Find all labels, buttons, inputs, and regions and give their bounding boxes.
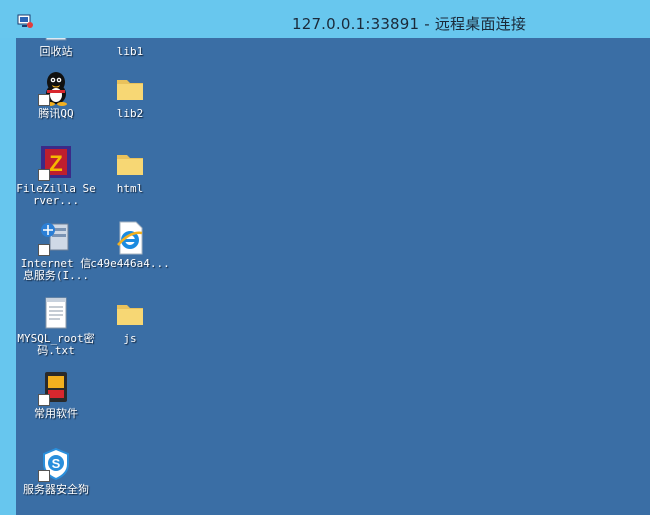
desktop-icon-label: Internet 信息服务(I... [20, 257, 92, 282]
svg-text:S: S [52, 456, 61, 471]
window-title: 127.0.0.1:33891 - 远程桌面连接 [291, 15, 527, 33]
desktop-icon-common-software[interactable]: 常用软件 [16, 370, 96, 420]
desktop-icon-mysql-txt[interactable]: MYSQL_root密码.txt [16, 295, 96, 357]
software-folder-icon [38, 370, 74, 406]
desktop-icon-label: lib2 [116, 107, 144, 120]
desktop-icon-label: 回收站 [39, 45, 73, 58]
desktop-icon-label: MYSQL_root密码.txt [17, 332, 95, 357]
folder-icon [112, 70, 148, 106]
desktop-icon-lib2[interactable]: lib2 [90, 70, 170, 120]
shortcut-arrow-icon [38, 470, 50, 482]
filezilla-server-icon: Z [38, 145, 74, 181]
qq-penguin-icon [38, 70, 74, 106]
desktop-icon-label: 常用软件 [34, 407, 78, 420]
desktop-icon-label: c49e446a4... [90, 257, 170, 270]
shortcut-arrow-icon [38, 244, 50, 256]
desktop-icon-qq[interactable]: 腾讯QQ [16, 70, 96, 120]
desktop-icon-safedog[interactable]: S 服务器安全狗 [16, 446, 96, 496]
desktop-icon-label: html [116, 182, 144, 195]
desktop-icon-label: 服务器安全狗 [23, 483, 89, 496]
window-left-border [0, 38, 16, 515]
desktop-icon-js[interactable]: js [90, 295, 170, 345]
svg-text:Z: Z [49, 151, 62, 176]
desktop-icon-ie-file[interactable]: c49e446a4... [90, 220, 170, 270]
folder-icon [112, 295, 148, 331]
desktop-icon-label: js [123, 332, 137, 345]
shortcut-arrow-icon [38, 394, 50, 406]
folder-icon [112, 145, 148, 181]
shortcut-arrow-icon [38, 94, 50, 106]
desktop-icon-label: lib1 [116, 45, 144, 58]
desktop-icon-label: FileZilla Server... [16, 182, 96, 207]
desktop-area[interactable]: 回收站 lib1 腾讯QQ lib2 Z FileZilla Server...… [16, 38, 650, 515]
desktop-icon-label: 腾讯QQ [38, 107, 74, 120]
window-titlebar[interactable]: 127.0.0.1:33891 - 远程桌面连接 [0, 0, 650, 38]
desktop-icon-recycle-bin[interactable]: 回收站 [16, 38, 96, 58]
desktop-icon-iis[interactable]: Internet 信息服务(I... [16, 220, 96, 282]
iis-manager-icon [38, 220, 74, 256]
text-file-icon [38, 295, 74, 331]
desktop-icon-filezilla[interactable]: Z FileZilla Server... [16, 145, 96, 207]
safedog-icon: S [38, 446, 74, 482]
shortcut-arrow-icon [38, 169, 50, 181]
internet-explorer-icon [112, 220, 148, 256]
desktop-icon-html[interactable]: html [90, 145, 170, 195]
recycle-bin-icon [38, 38, 74, 44]
folder-icon [112, 38, 148, 44]
desktop-icon-lib1[interactable]: lib1 [90, 38, 170, 58]
